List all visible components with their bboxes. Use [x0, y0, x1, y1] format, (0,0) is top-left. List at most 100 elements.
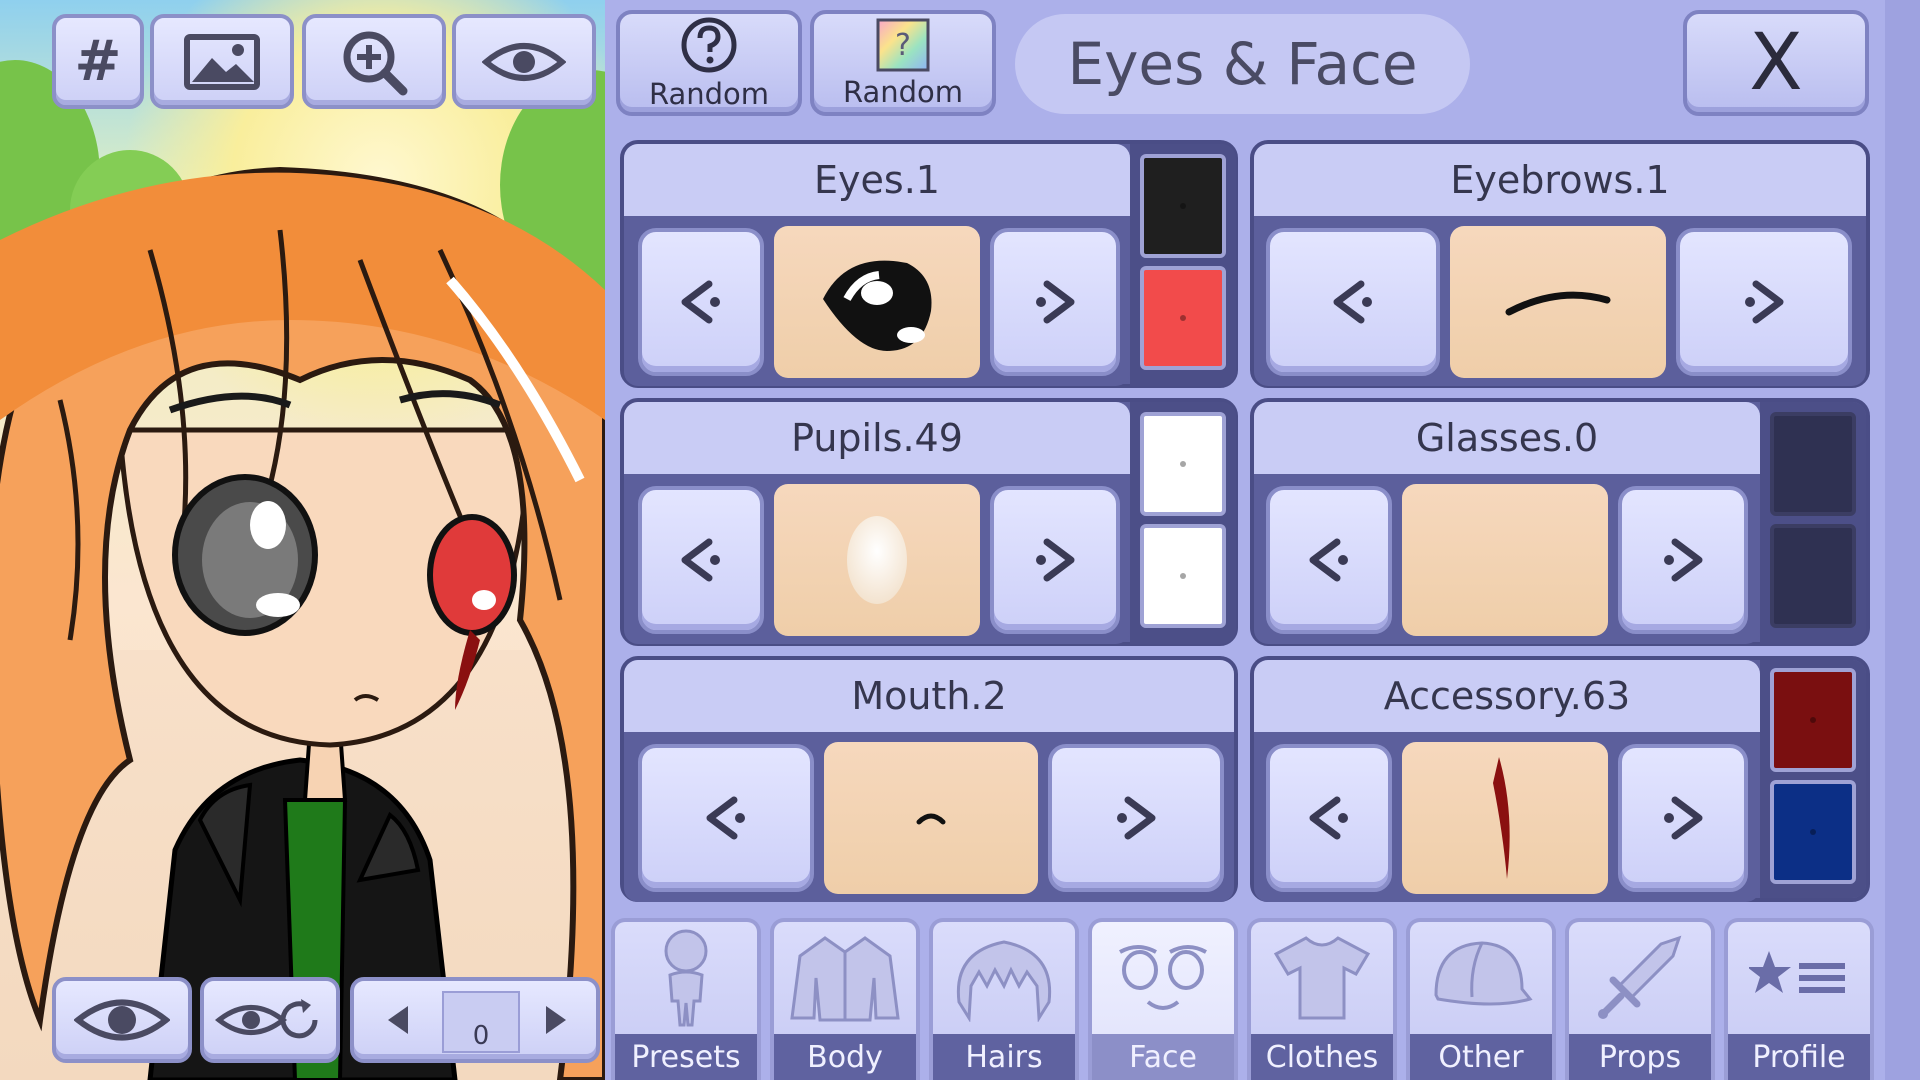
eyes-color-1-swatch[interactable]	[1140, 154, 1226, 258]
tab-presets[interactable]: Presets	[611, 918, 761, 1080]
pupil-shape-icon	[847, 516, 907, 604]
zoom-in-icon	[343, 31, 408, 95]
accessory-card-header: Accessory.63	[1254, 660, 1760, 732]
accessory-color-column	[1760, 660, 1866, 898]
glasses-next-button[interactable]	[1618, 486, 1748, 634]
chevron-right-icon	[1664, 796, 1703, 840]
svg-text:?: ?	[895, 28, 911, 63]
jacket-icon	[790, 936, 900, 1022]
tab-profile-label: Profile	[1728, 1034, 1870, 1080]
mouth-prev-button[interactable]	[638, 744, 814, 892]
chevron-left-icon	[1309, 538, 1348, 582]
tab-props[interactable]: Props	[1565, 918, 1715, 1080]
accessory-preview[interactable]	[1402, 742, 1608, 894]
toggle-view-button[interactable]	[452, 14, 596, 109]
glasses-preview[interactable]	[1402, 484, 1608, 636]
mouth-preview[interactable]	[824, 742, 1038, 894]
accessory-color-2-swatch[interactable]	[1770, 780, 1856, 884]
background-button[interactable]	[150, 14, 294, 109]
eye-refresh-icon	[215, 999, 318, 1039]
grid-button[interactable]: #	[52, 14, 144, 109]
hash-icon: #	[74, 29, 122, 94]
chevron-right-icon	[1036, 538, 1075, 582]
panel-edge	[1885, 0, 1920, 1080]
accessory-color-1-swatch[interactable]	[1770, 668, 1856, 772]
pose-slot[interactable]: 0	[442, 991, 520, 1053]
glasses-prev-button[interactable]	[1266, 486, 1392, 634]
glasses-color-2-swatch[interactable]	[1770, 524, 1856, 628]
character-illustration	[0, 166, 605, 1080]
chevron-left-icon	[681, 280, 720, 324]
eyebrows-next-button[interactable]	[1676, 228, 1852, 376]
eyebrows-preview[interactable]	[1450, 226, 1666, 378]
tab-hairs-label: Hairs	[933, 1034, 1075, 1080]
tab-clothes-label: Clothes	[1251, 1034, 1393, 1080]
cap-icon	[1434, 941, 1533, 1006]
pose-number: 0	[472, 1021, 490, 1051]
eyes-card: Eyes.1	[620, 140, 1238, 388]
random-button[interactable]: Random	[616, 10, 802, 116]
pupils-prev-button[interactable]	[638, 486, 764, 634]
mouth-card-header: Mouth.2	[624, 660, 1234, 732]
face-icon	[1119, 945, 1207, 1010]
eyes-color-column	[1130, 144, 1236, 386]
eyes-prev-button[interactable]	[638, 228, 764, 376]
eyes-color-2-swatch[interactable]	[1140, 266, 1226, 370]
accessory-prev-button[interactable]	[1266, 744, 1392, 892]
pupils-preview[interactable]	[774, 484, 980, 636]
pupils-card: Pupils.49	[620, 398, 1238, 646]
random-color-label: Random	[842, 75, 964, 109]
reset-view-button[interactable]	[200, 977, 340, 1063]
eye-icon	[74, 999, 170, 1041]
tab-hairs[interactable]: Hairs	[929, 918, 1079, 1080]
hair-icon	[956, 940, 1052, 1022]
eyebrows-prev-button[interactable]	[1266, 228, 1440, 376]
triangle-left-icon[interactable]	[384, 1003, 412, 1037]
pupils-color-column	[1130, 402, 1236, 644]
glasses-card-header: Glasses.0	[1254, 402, 1760, 474]
eyes-card-header: Eyes.1	[624, 144, 1130, 216]
random-label: Random	[648, 77, 770, 111]
mouth-next-button[interactable]	[1048, 744, 1224, 892]
pupils-color-1-swatch[interactable]	[1140, 412, 1226, 516]
eye-icon	[482, 42, 566, 81]
glasses-card: Glasses.0	[1250, 398, 1870, 646]
tab-other[interactable]: Other	[1406, 918, 1556, 1080]
eyes-preview[interactable]	[774, 226, 980, 378]
zoom-button[interactable]	[302, 14, 446, 109]
random-color-button[interactable]: ? Random	[810, 10, 996, 116]
chevron-left-icon	[1333, 280, 1372, 324]
question-circle-icon	[681, 17, 737, 73]
accessory-title: Accessory.63	[1383, 674, 1631, 718]
tab-other-label: Other	[1410, 1034, 1552, 1080]
pupils-color-2-swatch[interactable]	[1140, 524, 1226, 628]
character-preview: # 0	[0, 0, 605, 1080]
tab-clothes[interactable]: Clothes	[1247, 918, 1397, 1080]
eyebrows-card: Eyebrows.1	[1250, 140, 1870, 388]
star-list-icon	[1749, 951, 1845, 993]
sword-icon	[1598, 935, 1682, 1019]
pupils-next-button[interactable]	[990, 486, 1120, 634]
glasses-color-column	[1760, 402, 1866, 644]
eyebrows-title: Eyebrows.1	[1450, 158, 1670, 202]
tab-presets-label: Presets	[615, 1034, 757, 1080]
page-title: Eyes & Face	[1015, 14, 1470, 114]
mouth-card: Mouth.2	[620, 656, 1238, 902]
chevron-right-icon	[1664, 538, 1703, 582]
accessory-next-button[interactable]	[1618, 744, 1748, 892]
hide-ui-button[interactable]	[52, 977, 192, 1063]
triangle-right-icon[interactable]	[542, 1003, 570, 1037]
glasses-color-1-swatch[interactable]	[1770, 412, 1856, 516]
tab-body[interactable]: Body	[770, 918, 920, 1080]
tab-profile[interactable]: Profile	[1724, 918, 1874, 1080]
close-button[interactable]: X	[1683, 10, 1869, 116]
eyebrow-shape-icon	[1505, 291, 1611, 316]
tab-face[interactable]: Face	[1088, 918, 1238, 1080]
shirt-icon	[1273, 936, 1371, 1020]
scar-shape-icon	[1493, 757, 1510, 879]
accessory-card: Accessory.63	[1250, 656, 1870, 902]
pupils-title: Pupils.49	[791, 416, 963, 460]
mouth-title: Mouth.2	[851, 674, 1007, 718]
eyes-next-button[interactable]	[990, 228, 1120, 376]
glasses-title: Glasses.0	[1415, 416, 1599, 460]
